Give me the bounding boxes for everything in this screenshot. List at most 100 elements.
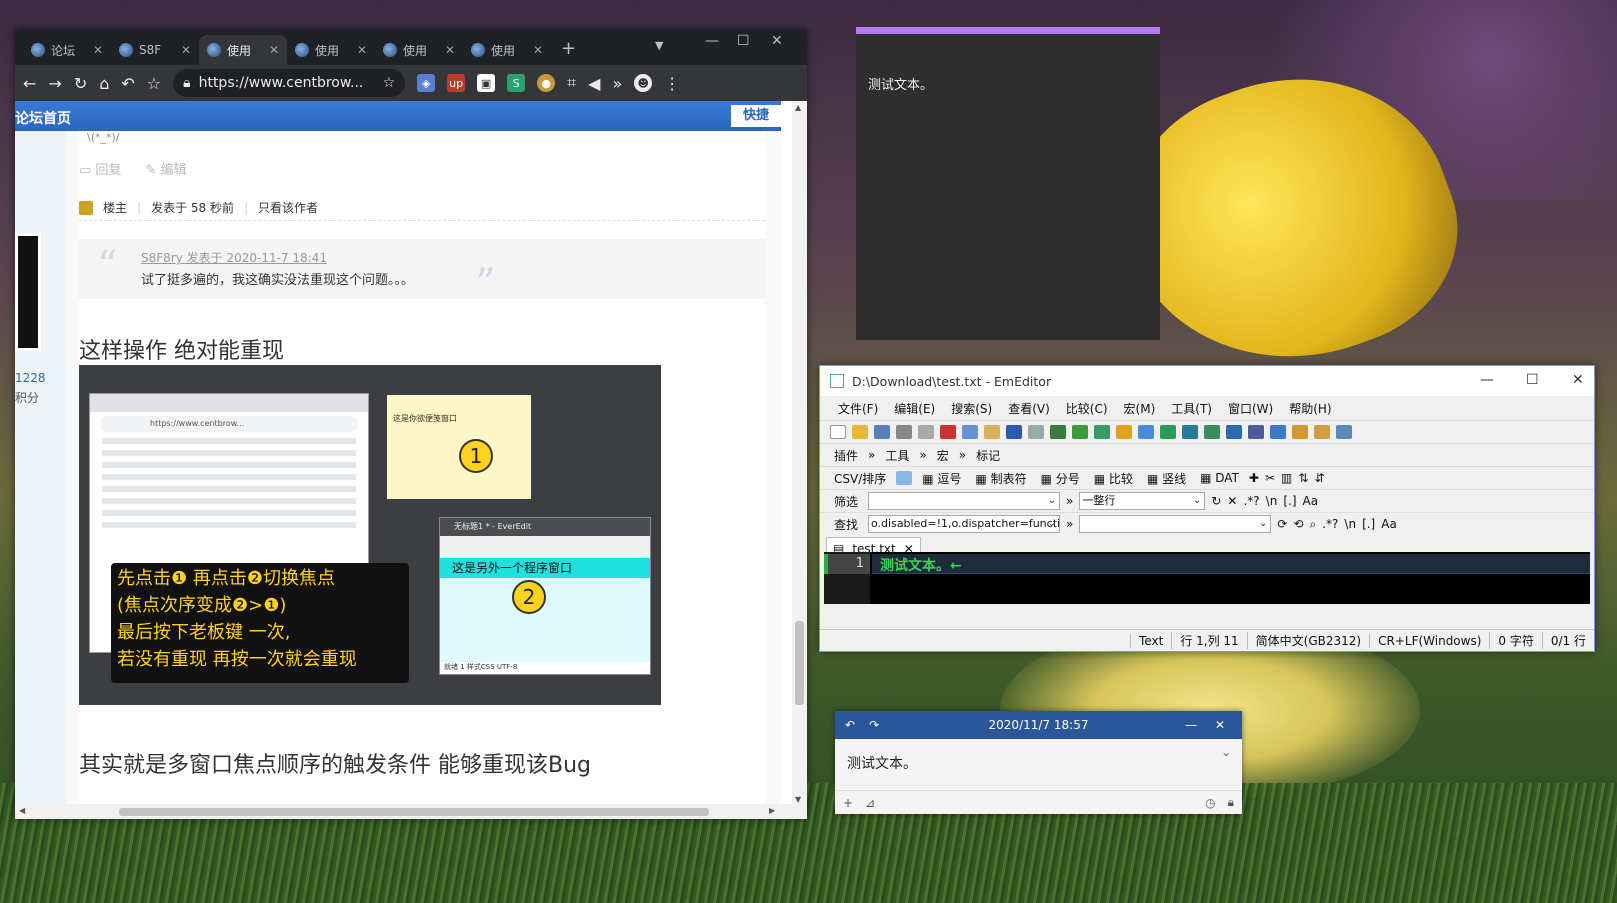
clock-icon[interactable]: ◷ [1205,796,1215,810]
menu-compare[interactable]: 比较(C) [1066,400,1108,417]
quick-link[interactable]: 快捷 [731,105,781,127]
menu-edit[interactable]: 编辑(E) [894,400,935,417]
add-icon[interactable]: ✚ [1249,471,1259,485]
bracket-icon[interactable]: [.] [1283,494,1296,508]
tools-icon[interactable]: ✂ [1265,471,1275,485]
reply-button[interactable]: ▭ 回复 [79,159,121,178]
close-icon[interactable]: ✕ [1215,718,1225,732]
close-icon[interactable]: ✕ [93,43,103,57]
scroll-thumb[interactable] [795,621,804,705]
scroll-thumb[interactable] [119,808,709,816]
sticky-note-window[interactable]: 测试文本。 [856,27,1160,340]
csv-tab-button[interactable]: ▦ 制表符 [971,470,1030,487]
minimize-icon[interactable]: — [1185,718,1197,732]
find-icon[interactable] [1050,425,1066,439]
chevron-icon[interactable]: » [919,448,926,462]
bookmark-star-icon[interactable]: ☆ [147,74,161,93]
user-stat[interactable]: 1228 [15,371,46,385]
cut-icon[interactable] [940,425,956,439]
paste-icon[interactable] [984,425,1000,439]
spell-icon[interactable] [1336,425,1352,439]
close-icon[interactable]: ✕ [181,43,191,57]
lock-icon[interactable]: 🔒︎ [1228,795,1234,810]
undo-close-icon[interactable]: ↶ [121,74,134,93]
mute-icon[interactable]: ◀ [588,74,600,93]
close-icon[interactable]: ✕ [357,43,367,57]
clear-icon[interactable]: ✕ [1227,494,1237,508]
menu-help[interactable]: 帮助(H) [1289,400,1331,417]
status-chars[interactable]: 0 字符 [1489,632,1541,649]
status-lines[interactable]: 0/1 行 [1541,632,1594,649]
home-icon[interactable]: ⌂ [99,74,109,93]
close-window-icon[interactable]: ✕ [771,33,783,49]
add-icon[interactable]: + [843,796,853,810]
wrap-icon[interactable] [1182,425,1198,439]
regex-icon[interactable]: .*? [1243,494,1259,508]
chevron-icon[interactable]: » [868,448,875,462]
tab[interactable]: 论坛 ✕ [23,35,111,65]
find-all-icon[interactable]: ⌕ [1309,517,1316,532]
status-position[interactable]: 行 1,列 11 [1171,632,1246,649]
case-icon[interactable]: Aa [1381,517,1397,531]
forum-home-link[interactable]: 论坛首页 [15,108,71,128]
find-next-icon[interactable] [1072,425,1088,439]
status-mode[interactable]: Text [1130,633,1171,648]
maximize-icon[interactable]: ☐ [1526,372,1539,388]
csv-sort-button[interactable]: CSV/排序 [830,470,890,487]
grid-icon[interactable] [896,471,913,485]
sticky-note-text[interactable]: 测试文本。 [868,74,933,93]
quote-header[interactable]: S8F8ry 发表于 2020-11-7 18:41 [141,249,327,266]
print-icon[interactable] [896,425,912,439]
close-icon[interactable]: ✕ [445,43,455,57]
up-badge-icon[interactable]: up [447,74,466,92]
csv-comma-button[interactable]: ▦ 逗号 [918,470,965,487]
split-icon[interactable] [1204,425,1220,439]
address-bar[interactable]: 🔒︎ https://www.centbrow... ☆ [173,69,406,97]
new-tab-button[interactable]: + [551,38,586,65]
save-icon[interactable] [874,425,890,439]
filter-mode-select[interactable]: 一整行 ⌄ [1079,492,1206,510]
avatar[interactable] [15,233,41,351]
ext-badge-icon[interactable]: ▣ [477,74,496,92]
undo-icon[interactable] [1006,425,1022,439]
newline-icon[interactable]: \n [1344,517,1356,531]
config-icon[interactable] [1248,425,1264,439]
menu-tools[interactable]: 工具(T) [1171,400,1212,417]
print-preview-icon[interactable] [918,425,934,439]
close-icon[interactable]: ✕ [269,43,279,57]
chevrons-icon[interactable]: » [612,74,622,93]
csv-semicolon-button[interactable]: ▦ 分号 [1037,470,1084,487]
back-icon[interactable]: ← [23,74,36,93]
cookie-icon[interactable]: ● [537,74,556,92]
chevron-down-icon[interactable]: ⌄ [1048,516,1056,532]
csv-dat-button[interactable]: ▦ DAT [1196,471,1243,485]
chevron-down-icon[interactable]: ⌄ [1259,516,1267,532]
reload-icon[interactable]: ↻ [74,74,87,93]
menu-file[interactable]: 文件(F) [838,400,878,417]
find-input[interactable]: o.disabled=!1,o.dispatcher=function ⌄ [868,515,1061,533]
sort-desc-icon[interactable]: ⇵ [1314,471,1324,485]
columns-icon[interactable]: ▥ [1281,471,1292,485]
workspace-icon[interactable] [1226,425,1242,439]
menu-window[interactable]: 窗口(W) [1228,400,1273,417]
find-prev-icon[interactable] [1094,425,1110,439]
scroll-right-icon[interactable]: ▶ [769,806,775,815]
new-file-icon[interactable] [830,425,846,439]
avatar-icon[interactable]: ☻ [634,74,653,92]
replace-input[interactable]: ⌄ [1079,515,1272,533]
case-icon[interactable]: Aa [1303,494,1319,508]
tab[interactable]: S8F ✕ [111,35,199,65]
newline-icon[interactable]: \n [1266,494,1278,508]
refresh-icon[interactable]: ↻ [1211,494,1221,508]
menu-macro[interactable]: 宏(M) [1124,400,1156,417]
copy-icon[interactable] [962,425,978,439]
resize-icon[interactable]: ⊿ [865,796,875,810]
forward-icon[interactable]: → [48,74,61,93]
sort-asc-icon[interactable]: ⇅ [1298,471,1308,485]
regex-icon[interactable]: .*? [1322,517,1338,531]
view-icon[interactable] [1160,425,1176,439]
scroll-up-icon[interactable]: ▲ [795,103,801,112]
find-prev-icon[interactable]: ⟲ [1293,517,1303,531]
chevron-down-icon[interactable]: ⌄ [1048,493,1056,509]
crop-icon[interactable]: ⌗ [567,73,576,93]
